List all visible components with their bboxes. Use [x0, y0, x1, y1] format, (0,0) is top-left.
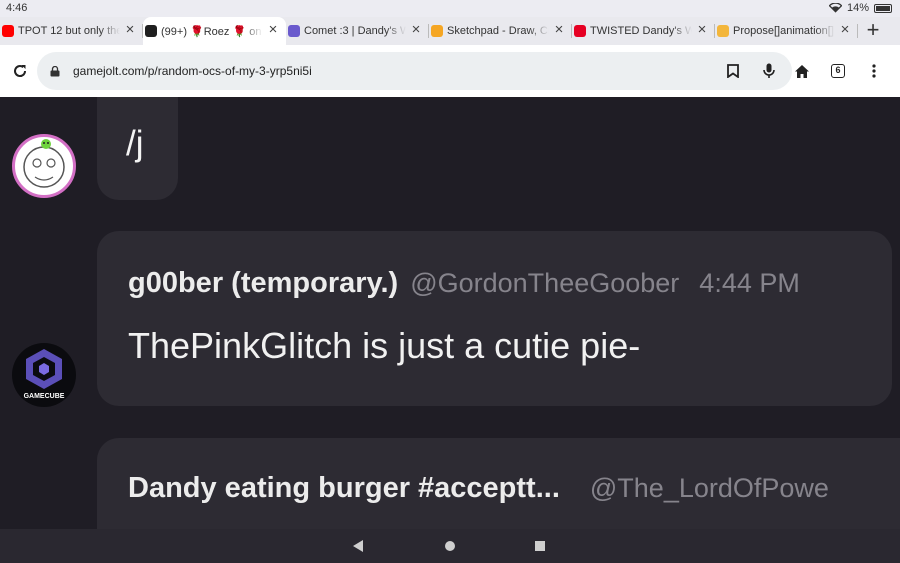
gamecube-logo-icon: GAMECUBE	[24, 349, 65, 400]
status-bar: 4:46 14%	[0, 0, 900, 17]
twitter-like-icon	[145, 25, 157, 37]
gamecube-label: GAMECUBE	[24, 393, 65, 400]
message-text: ThePinkGlitch is just a cutie pie-	[128, 325, 641, 366]
tab-switcher-button[interactable]: 6	[820, 53, 856, 89]
status-time: 4:46	[6, 2, 28, 14]
home-icon	[795, 64, 809, 78]
message-header: Dandy eating burger #acceptt... @The_Lor…	[128, 472, 829, 505]
nav-recents-button[interactable]	[535, 541, 545, 551]
avatar-drawing-icon	[23, 139, 65, 188]
message-header: g00ber (temporary.) @GordonTheeGoober 4:…	[128, 267, 800, 300]
browser-tab[interactable]: Sketchpad - Draw, Cre ×	[429, 17, 572, 45]
tab-strip: TPOT 12 but only the × (99+) 🌹Roez 🌹 on G ×…	[0, 17, 900, 45]
address-bar[interactable]: gamejolt.com/p/random-ocs-of-my-3-yrp5ni…	[37, 52, 792, 90]
lock-icon	[50, 65, 60, 76]
voice-search-button[interactable]	[756, 53, 782, 89]
more-vert-icon	[872, 64, 876, 78]
tab-title: (99+) 🌹Roez 🌹 on G	[161, 25, 263, 38]
close-tab-icon[interactable]: ×	[695, 22, 709, 38]
tab-count: 6	[831, 64, 845, 78]
nav-home-button[interactable]	[445, 541, 455, 551]
tab-title: Sketchpad - Draw, Cre	[447, 25, 549, 37]
browser-tab[interactable]: (99+) 🌹Roez 🌹 on G ×	[143, 17, 286, 45]
tab-title: TPOT 12 but only the	[18, 25, 120, 37]
bookmark-button[interactable]	[720, 53, 746, 89]
message-bubble: g00ber (temporary.) @GordonTheeGoober 4:…	[97, 231, 892, 406]
tab-title: Comet :3 | Dandy's Wo	[304, 25, 406, 37]
wifi-icon	[828, 3, 842, 13]
android-nav-bar	[0, 529, 900, 563]
menu-button[interactable]	[856, 53, 892, 89]
reload-icon	[14, 65, 27, 77]
fandom-icon	[288, 25, 300, 37]
close-tab-icon[interactable]: ×	[266, 22, 280, 38]
close-tab-icon[interactable]: ×	[409, 22, 423, 38]
reload-button[interactable]	[2, 53, 38, 89]
toolbar-right: 6	[784, 53, 892, 89]
new-tab-button[interactable]: +	[858, 17, 888, 45]
message-author[interactable]: g00ber (temporary.)	[128, 267, 398, 300]
close-tab-icon[interactable]: ×	[838, 22, 852, 38]
browser-tab[interactable]: Propose[]animation[] ×	[715, 17, 858, 45]
browser-tab[interactable]: TWISTED Dandy's Wo ×	[572, 17, 715, 45]
home-button[interactable]	[784, 53, 820, 89]
battery-icon	[874, 3, 892, 13]
coin-icon	[717, 25, 729, 37]
browser-toolbar: gamejolt.com/p/random-ocs-of-my-3-yrp5ni…	[0, 45, 900, 97]
message-time: 4:44 PM	[699, 268, 800, 298]
url-text[interactable]: gamejolt.com/p/random-ocs-of-my-3-yrp5ni…	[73, 64, 720, 78]
microphone-icon	[763, 63, 775, 78]
page: 4:46 14% TPOT 12 but only the × (99+) 🌹Roe…	[0, 0, 900, 563]
tab-separator	[857, 24, 858, 38]
pinterest-icon	[574, 25, 586, 37]
bookmark-icon	[727, 64, 739, 78]
browser-tab[interactable]: TPOT 12 but only the ×	[0, 17, 143, 45]
message-bubble: Dandy eating burger #acceptt... @The_Lor…	[97, 438, 900, 529]
close-tab-icon[interactable]: ×	[552, 22, 566, 38]
avatar[interactable]	[12, 134, 76, 198]
chat-content: /j GAMECUBE g00ber (temporary.) @GordonT…	[0, 97, 900, 529]
status-right: 14%	[828, 2, 892, 14]
sketchpad-icon	[431, 25, 443, 37]
nav-back-button[interactable]	[353, 540, 363, 552]
avatar[interactable]: GAMECUBE	[12, 343, 76, 407]
youtube-icon	[2, 25, 14, 37]
battery-percent: 14%	[846, 2, 869, 14]
message-handle[interactable]: @The_LordOfPowe	[590, 473, 829, 504]
tab-title: TWISTED Dandy's Wo	[590, 25, 692, 37]
message-bubble: /j	[97, 97, 178, 200]
close-tab-icon[interactable]: ×	[123, 22, 137, 38]
browser-tab[interactable]: Comet :3 | Dandy's Wo ×	[286, 17, 429, 45]
message-handle[interactable]: @GordonTheeGoober	[410, 268, 679, 299]
tab-title: Propose[]animation[]	[733, 25, 834, 37]
message-author[interactable]: Dandy eating burger #acceptt...	[128, 472, 560, 505]
omnibox-actions	[720, 53, 782, 89]
message-text: /j	[126, 124, 144, 163]
